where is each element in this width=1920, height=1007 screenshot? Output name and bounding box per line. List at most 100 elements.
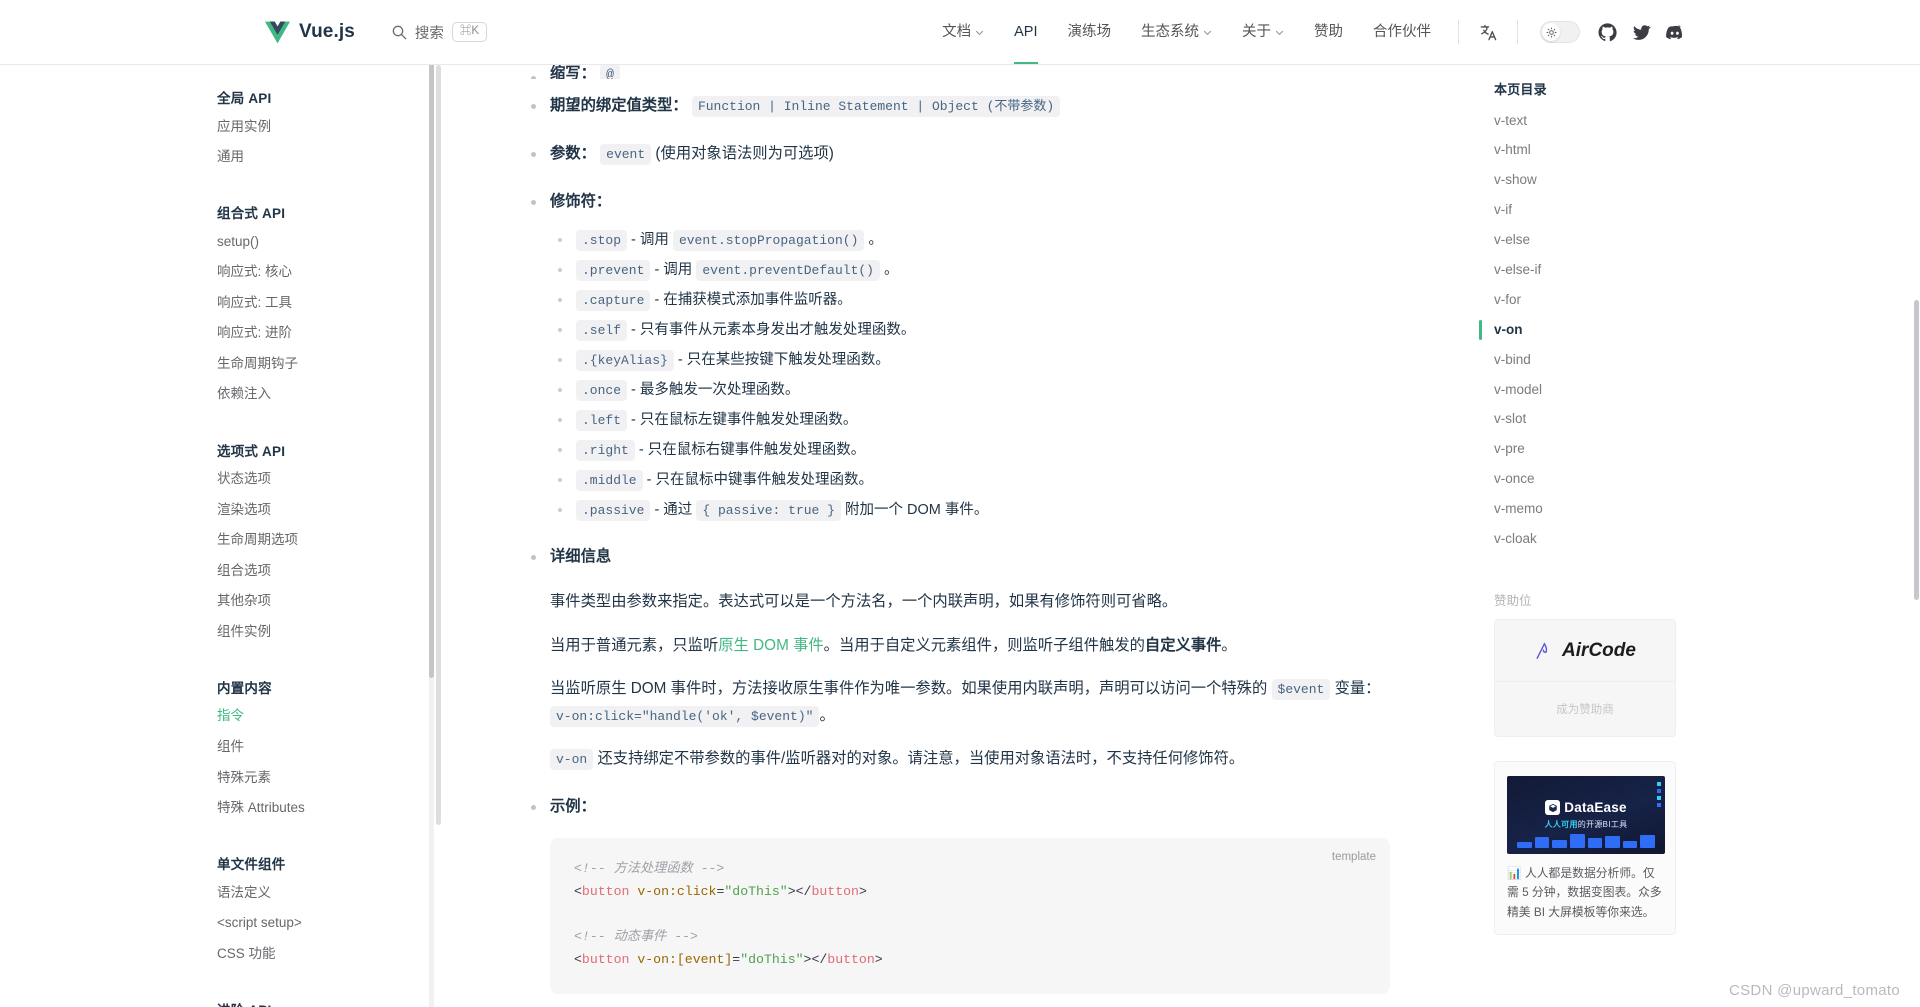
toc-item-v-if[interactable]: v-if bbox=[1468, 196, 1920, 226]
sidebar-item-setup[interactable]: setup() bbox=[217, 226, 436, 257]
sidebar-group-title: 组合式 API bbox=[217, 206, 286, 222]
page-scrollbar[interactable] bbox=[1913, 65, 1920, 1007]
sidebar-item-dependency-injection[interactable]: 依赖注入 bbox=[217, 379, 436, 410]
toc-item-v-else-if[interactable]: v-else-if bbox=[1468, 255, 1920, 285]
nav-item-ecosystem[interactable]: 生态系统 bbox=[1126, 0, 1227, 64]
spec-shorthand-code: @ bbox=[600, 65, 620, 79]
spec-argument-label: 参数： bbox=[550, 144, 596, 162]
search-label: 搜索 bbox=[414, 25, 444, 42]
code-content: <!-- 方法处理函数 --> <button v-on:click="doTh… bbox=[574, 861, 883, 968]
modifier-list: .stop - 调用 event.stopPropagation() 。 .pr… bbox=[550, 228, 1390, 522]
sponsor-ad-dataease[interactable]: DataEase 人人可用的开源BI工具 📊 人人都是数据分析师。仅需 5 分钟… bbox=[1494, 761, 1676, 935]
modifier-desc: - 只在鼠标中键事件触发处理函数。 bbox=[646, 471, 873, 488]
sidebar-item-render-options[interactable]: 渲染选项 bbox=[217, 494, 436, 525]
search-button[interactable]: 搜索 ⌘K bbox=[391, 21, 488, 43]
p2-text-a: 当用于普通元素，只监听 bbox=[550, 636, 719, 654]
navbar-left: Vue.js 搜索 ⌘K bbox=[265, 21, 488, 44]
modifier-tail: 。 bbox=[884, 262, 899, 279]
nav-item-label: 赞助 bbox=[1314, 24, 1343, 40]
nav-item-about[interactable]: 关于 bbox=[1227, 0, 1299, 64]
nav-item-partner[interactable]: 合作伙伴 bbox=[1358, 0, 1446, 64]
spec-argument-code: event bbox=[600, 143, 652, 165]
sidebar-group: 内置内容 指令 组件 特殊元素 特殊 Attributes bbox=[217, 671, 436, 823]
toc-item-v-model[interactable]: v-model bbox=[1468, 375, 1920, 405]
toc-item-v-cloak[interactable]: v-cloak bbox=[1468, 524, 1920, 554]
toc-item-v-text[interactable]: v-text bbox=[1468, 106, 1920, 136]
nav-item-docs[interactable]: 文档 bbox=[927, 0, 999, 64]
spec-binding-type-label: 期望的绑定值类型： bbox=[550, 97, 688, 114]
modifier-middle: .middle - 只在鼠标中键事件触发处理函数。 bbox=[550, 468, 1390, 493]
sidebar-group-title: 进阶 API bbox=[217, 993, 436, 1007]
outline-title: 本页目录 bbox=[1494, 82, 1547, 97]
discord-link[interactable] bbox=[1658, 15, 1692, 49]
sidebar-item-component-instance[interactable]: 组件实例 bbox=[217, 616, 436, 647]
translate-icon-button[interactable] bbox=[1471, 15, 1505, 49]
content-scrollbar-thumb[interactable] bbox=[436, 65, 441, 825]
sponsor-section-label: 赞助位 bbox=[1494, 594, 1532, 609]
become-sponsor-slot[interactable]: 成为赞助商 bbox=[1495, 682, 1675, 737]
modifier-code: .capture bbox=[576, 290, 651, 312]
sidebar-scrollbar-thumb[interactable] bbox=[429, 0, 434, 678]
dataease-chart-bars bbox=[1517, 832, 1655, 849]
sidebar-group: 选项式 API 状态选项 渲染选项 生命周期选项 组合选项 其他杂项 组件实例 bbox=[217, 434, 436, 647]
brand-logo-link[interactable]: Vue.js bbox=[265, 21, 355, 44]
toc-item-v-bind[interactable]: v-bind bbox=[1468, 345, 1920, 375]
sidebar-item-state-options[interactable]: 状态选项 bbox=[217, 464, 436, 495]
page-outline-aside: 本页目录 v-text v-html v-show v-if v-else v-… bbox=[1450, 65, 1920, 1007]
sidebar-item-lifecycle-hooks[interactable]: 生命周期钩子 bbox=[217, 348, 436, 379]
sidebar-item-app-instance[interactable]: 应用实例 bbox=[217, 111, 436, 142]
sidebar-item-components[interactable]: 组件 bbox=[217, 731, 436, 762]
dataease-brand: DataEase bbox=[1545, 800, 1626, 816]
toc-item-v-for[interactable]: v-for bbox=[1468, 285, 1920, 315]
dataease-cube-icon bbox=[1549, 803, 1557, 813]
vue-logo-icon bbox=[265, 21, 290, 43]
twitter-link[interactable] bbox=[1624, 15, 1658, 49]
sidebar-item-misc-options[interactable]: 其他杂项 bbox=[217, 586, 436, 617]
spec-modifiers-label: 修饰符： bbox=[550, 192, 612, 210]
sidebar-item-css-features[interactable]: CSS 功能 bbox=[217, 938, 436, 969]
translate-icon bbox=[1480, 24, 1496, 40]
nav-item-label: 文档 bbox=[942, 24, 972, 40]
modifier-desc: - 只在鼠标右键事件触发处理函数。 bbox=[638, 441, 866, 458]
toc-item-v-pre[interactable]: v-pre bbox=[1468, 435, 1920, 465]
sponsor-aircode-slot[interactable]: AirCode bbox=[1495, 620, 1675, 683]
sidebar-item-special-attributes[interactable]: 特殊 Attributes bbox=[217, 793, 436, 824]
sidebar-item-reactivity-utils[interactable]: 响应式: 工具 bbox=[217, 287, 436, 318]
modifier-passive: .passive - 通过 { passive: true } 附加一个 DOM… bbox=[550, 498, 1390, 523]
sidebar-item-special-elements[interactable]: 特殊元素 bbox=[217, 762, 436, 793]
sidebar-group: 组合式 API setup() 响应式: 核心 响应式: 工具 响应式: 进阶 … bbox=[217, 196, 436, 409]
toc-item-v-on[interactable]: v-on bbox=[1468, 315, 1920, 345]
github-link[interactable] bbox=[1590, 15, 1624, 49]
sidebar-item-general[interactable]: 通用 bbox=[217, 142, 436, 173]
toc-item-v-show[interactable]: v-show bbox=[1468, 166, 1920, 196]
modifier-tail: 附加一个 DOM 事件。 bbox=[845, 501, 989, 518]
spec-details-label: 详细信息 bbox=[550, 547, 612, 565]
sponsor-card-primary[interactable]: AirCode 成为赞助商 bbox=[1494, 619, 1676, 738]
toc-item-v-memo[interactable]: v-memo bbox=[1468, 495, 1920, 525]
toc-item-v-slot[interactable]: v-slot bbox=[1468, 405, 1920, 435]
toc-item-v-else[interactable]: v-else bbox=[1468, 226, 1920, 256]
sidebar-item-directives[interactable]: 指令 bbox=[217, 701, 436, 732]
spec-shorthand: 缩写： @ bbox=[524, 65, 1390, 79]
sidebar-item-reactivity-core[interactable]: 响应式: 核心 bbox=[217, 257, 436, 288]
dataease-banner-image: DataEase 人人可用的开源BI工具 bbox=[1507, 776, 1665, 855]
modifier-code-2: { passive: true } bbox=[696, 499, 841, 521]
nav-item-sponsor[interactable]: 赞助 bbox=[1299, 0, 1358, 64]
sidebar-item-syntax-spec[interactable]: 语法定义 bbox=[217, 877, 436, 908]
nav-item-playground[interactable]: 演练场 bbox=[1053, 0, 1127, 64]
toc-item-v-html[interactable]: v-html bbox=[1468, 136, 1920, 166]
nav-item-label: API bbox=[1014, 24, 1038, 40]
sidebar-item-composition-options[interactable]: 组合选项 bbox=[217, 555, 436, 586]
toc-item-v-once[interactable]: v-once bbox=[1468, 465, 1920, 495]
api-spec-list: 缩写： @ 期望的绑定值类型： Function | Inline Statem… bbox=[524, 65, 1390, 994]
sidebar-item-reactivity-advanced[interactable]: 响应式: 进阶 bbox=[217, 318, 436, 349]
p2-text-bold: 自定义事件 bbox=[1144, 636, 1222, 654]
dataease-logo-icon bbox=[1545, 800, 1561, 816]
nav-item-api[interactable]: API bbox=[999, 0, 1052, 64]
native-dom-events-link[interactable]: 原生 DOM 事件 bbox=[718, 637, 823, 654]
sidebar-item-script-setup[interactable]: <script setup> bbox=[217, 908, 436, 939]
sidebar-item-lifecycle-options[interactable]: 生命周期选项 bbox=[217, 525, 436, 556]
theme-toggle-switch[interactable] bbox=[1540, 21, 1580, 43]
page-scrollbar-thumb[interactable] bbox=[1914, 300, 1919, 600]
modifier-stop: .stop - 调用 event.stopPropagation() 。 bbox=[550, 228, 1390, 253]
